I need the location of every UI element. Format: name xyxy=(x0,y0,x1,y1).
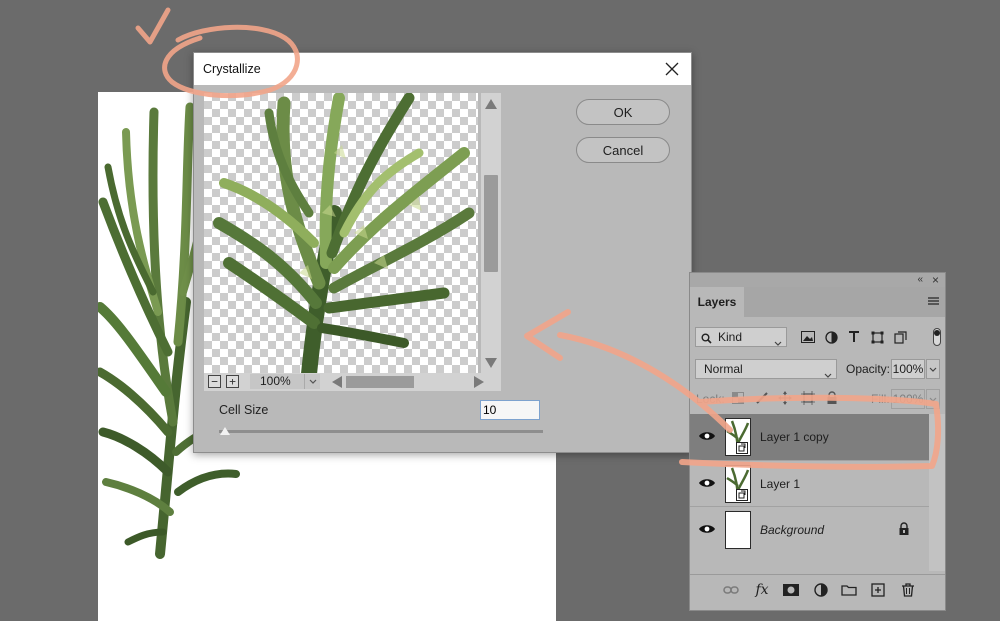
opacity-label: Opacity: xyxy=(846,362,891,376)
lock-label: Lock: xyxy=(696,392,725,406)
ok-button[interactable]: OK xyxy=(576,99,670,125)
layer-row-layer-1-copy[interactable]: Layer 1 copy xyxy=(690,414,929,460)
preview-zoom-bar: − + 100% xyxy=(204,373,501,391)
lock-pixels-brush-icon[interactable] xyxy=(754,390,770,406)
layer-effects-fx-icon[interactable]: fx xyxy=(753,582,771,598)
eye-icon[interactable] xyxy=(698,429,716,443)
image-filter-icon[interactable] xyxy=(800,329,816,345)
cell-size-input[interactable] xyxy=(480,400,540,420)
smart-object-badge-icon xyxy=(736,442,748,454)
link-layers-icon[interactable] xyxy=(722,582,740,598)
layer-thumbnail xyxy=(725,511,751,549)
preview-horizontal-scrollbar[interactable] xyxy=(326,373,486,391)
layer-row-layer-1[interactable]: Layer 1 xyxy=(690,461,929,507)
checkmark-annotation xyxy=(135,7,171,45)
adjustment-filter-icon[interactable] xyxy=(823,329,839,345)
chevron-down-icon xyxy=(824,366,832,384)
eye-icon[interactable] xyxy=(698,476,716,490)
scroll-up-icon[interactable] xyxy=(485,99,497,109)
dialog-titlebar[interactable]: Crystallize xyxy=(194,53,691,85)
fill-label: Fill: xyxy=(871,392,890,406)
layers-panel: « × Layers Kind Normal Opacity: 100% Loc… xyxy=(689,272,946,611)
zoom-level-value: 100% xyxy=(260,374,291,388)
fill-dropdown[interactable] xyxy=(926,389,940,409)
zoom-level-select[interactable]: 100% xyxy=(250,374,320,389)
trash-icon[interactable] xyxy=(899,582,917,598)
panel-header[interactable]: « × xyxy=(690,273,945,287)
opacity-input[interactable]: 100% xyxy=(891,359,925,379)
crystallized-plant-preview xyxy=(213,93,475,374)
minus-box-icon[interactable]: − xyxy=(208,375,221,388)
new-layer-icon[interactable] xyxy=(869,582,887,598)
shape-filter-icon[interactable] xyxy=(869,329,885,345)
filter-kind-value: Kind xyxy=(718,330,743,344)
search-icon xyxy=(701,331,712,349)
padlock-icon[interactable] xyxy=(898,522,910,536)
layer-name: Layer 1 copy xyxy=(760,430,829,444)
filter-preview[interactable] xyxy=(204,93,478,374)
lock-transparency-icon[interactable] xyxy=(730,390,746,406)
add-mask-icon[interactable] xyxy=(782,582,800,598)
adjustment-layer-icon[interactable] xyxy=(812,582,830,598)
tab-layers[interactable]: Layers xyxy=(690,287,744,317)
crystallize-dialog: Crystallize − + 100% OK Cancel Cell Size… xyxy=(193,52,692,453)
filter-toggle-switch[interactable] xyxy=(933,328,941,346)
layer-name: Layer 1 xyxy=(760,477,801,491)
lock-all-icon[interactable] xyxy=(824,390,840,406)
preview-vertical-scrollbar[interactable] xyxy=(481,93,501,374)
blend-mode-value: Normal xyxy=(704,362,743,376)
chevron-down-icon xyxy=(304,374,320,389)
folder-icon[interactable] xyxy=(840,582,858,598)
type-filter-icon[interactable] xyxy=(846,329,862,345)
smart-object-badge-icon xyxy=(736,489,748,501)
cell-size-slider-track[interactable] xyxy=(219,430,543,433)
cancel-button[interactable]: Cancel xyxy=(576,137,670,163)
eye-icon[interactable] xyxy=(698,522,716,536)
close-icon[interactable]: × xyxy=(932,273,939,287)
lock-position-move-icon[interactable] xyxy=(777,390,793,406)
blend-mode-select[interactable]: Normal xyxy=(695,359,837,379)
horizontal-scroll-thumb[interactable] xyxy=(346,376,414,388)
cell-size-slider-thumb[interactable] xyxy=(220,427,230,435)
hamburger-menu-icon[interactable] xyxy=(928,297,939,305)
close-icon[interactable] xyxy=(661,58,683,80)
cell-size-label: Cell Size xyxy=(219,403,269,417)
smart-object-filter-icon[interactable] xyxy=(892,329,908,345)
fill-input[interactable]: 100% xyxy=(891,389,925,409)
plus-box-icon[interactable]: + xyxy=(226,375,239,388)
scroll-left-icon[interactable] xyxy=(332,376,342,388)
collapse-panel-icon[interactable]: « xyxy=(917,274,923,285)
filter-kind-select[interactable]: Kind xyxy=(695,327,787,347)
layer-name: Background xyxy=(760,523,825,537)
opacity-dropdown[interactable] xyxy=(926,359,940,379)
vertical-scroll-thumb[interactable] xyxy=(484,175,498,272)
dialog-title: Crystallize xyxy=(203,62,261,76)
layers-scrollbar[interactable] xyxy=(929,414,945,571)
chevron-down-icon xyxy=(774,334,782,352)
layers-tab-bar: Layers xyxy=(690,287,945,317)
layer-row-background[interactable]: Background xyxy=(690,507,929,553)
scroll-right-icon[interactable] xyxy=(474,376,484,388)
lock-artboard-icon[interactable] xyxy=(800,390,816,406)
scroll-down-icon[interactable] xyxy=(485,358,497,368)
layers-panel-toolbar: fx xyxy=(690,574,945,605)
